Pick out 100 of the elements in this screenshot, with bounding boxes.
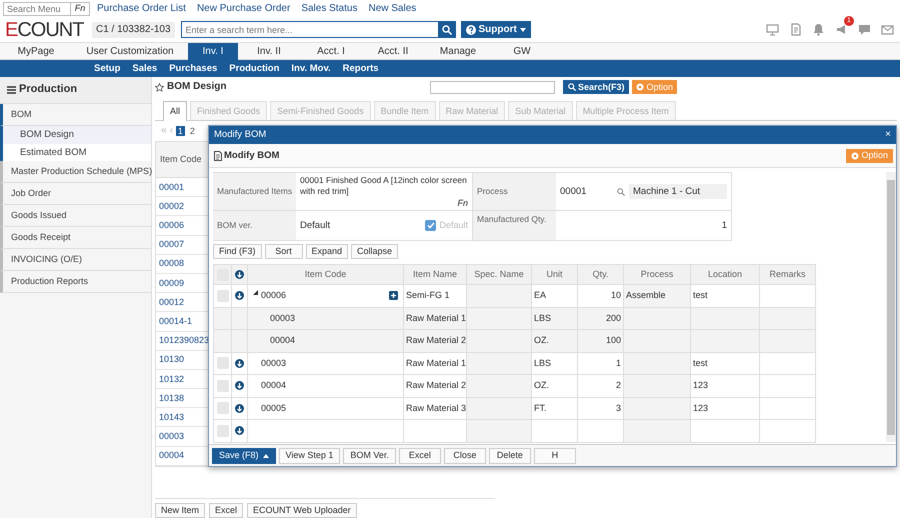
sidebar-subitem[interactable]: Estimated BOM <box>0 144 151 161</box>
submenu-link[interactable]: Reports <box>342 62 379 74</box>
table-cell <box>760 420 816 442</box>
field-label: Manufactured Qty. <box>473 211 556 241</box>
sidebar-item[interactable]: Master Production Schedule (MPS) <box>0 161 151 183</box>
add-icon[interactable] <box>235 404 244 413</box>
monitor-icon[interactable] <box>766 23 779 36</box>
sidebar-item[interactable]: Production Reports <box>0 271 151 293</box>
page-number[interactable]: 2 <box>188 126 197 136</box>
toolbar-button[interactable]: Collapse <box>351 244 398 259</box>
top-link[interactable]: Purchase Order List <box>97 2 186 14</box>
item-code: 00004 <box>269 335 296 346</box>
logo[interactable]: ECOUNT <box>5 20 87 40</box>
checkbox[interactable] <box>216 424 228 437</box>
close-button[interactable]: × <box>885 130 891 140</box>
add-icon[interactable] <box>235 358 244 368</box>
search-field[interactable] <box>430 80 555 94</box>
support-button[interactable]: Support <box>460 21 531 38</box>
mail-icon[interactable] <box>881 23 894 36</box>
table-cell <box>624 398 691 420</box>
table-cell <box>467 398 532 420</box>
table-cell: LBS <box>532 352 578 375</box>
menu-tab[interactable]: Inv. II <box>238 43 300 60</box>
sidebar-item[interactable]: INVOICING (O/E) <box>0 249 151 271</box>
footer-button[interactable]: Delete <box>488 448 531 464</box>
menu-tab[interactable]: GW <box>492 43 552 60</box>
table-cell <box>467 375 532 398</box>
field-label: BOM ver. <box>213 211 296 241</box>
table-cell <box>760 308 816 330</box>
checkbox[interactable] <box>216 402 228 414</box>
menu-tab[interactable]: Acct. II <box>362 43 424 60</box>
fn-button[interactable]: Fn <box>71 2 90 16</box>
column-header: Unit <box>532 265 578 285</box>
search-field[interactable]: Enter a search term here... <box>180 21 439 38</box>
sidebar-item[interactable]: Goods Issued <box>0 205 151 227</box>
chat-icon[interactable] <box>858 23 871 36</box>
toolbar-button[interactable]: ECOUNT Web Uploader <box>247 503 357 518</box>
menu-tab[interactable]: User Customization <box>72 43 188 60</box>
toolbar-button[interactable]: Expand <box>306 244 348 259</box>
bell-icon[interactable] <box>812 23 825 36</box>
add-icon[interactable] <box>235 270 244 279</box>
menu-tab[interactable]: MyPage <box>0 43 72 60</box>
checkbox[interactable] <box>425 220 436 231</box>
document-icon <box>214 150 222 160</box>
checkbox[interactable] <box>216 357 228 370</box>
footer-button[interactable]: Close <box>444 448 486 464</box>
table-cell <box>760 375 816 398</box>
submenu-link[interactable]: Inv. Mov. <box>291 62 331 74</box>
table-cell <box>760 352 816 375</box>
add-icon[interactable] <box>235 291 244 300</box>
submenu-link[interactable]: Purchases <box>169 62 218 74</box>
field-label: Process <box>473 173 556 211</box>
footer-button[interactable]: View Step 1 <box>278 448 340 464</box>
process-name-field[interactable]: Machine 1 - Cut <box>629 184 727 200</box>
add-icon[interactable] <box>235 426 244 436</box>
menu-tab[interactable]: Manage <box>424 43 492 60</box>
search-button[interactable]: Search(F3) <box>562 80 630 94</box>
fn-button[interactable]: Fn <box>457 198 468 209</box>
menu-tab[interactable]: Acct. I <box>300 43 362 60</box>
top-link[interactable]: New Sales <box>368 2 416 14</box>
toolbar-button[interactable]: Excel <box>209 503 244 518</box>
table-cell <box>467 330 532 352</box>
search-button[interactable] <box>438 21 456 38</box>
table-cell <box>624 375 691 398</box>
table-cell <box>691 420 760 442</box>
table-cell: Raw Material 2 <box>404 330 467 352</box>
search-icon[interactable] <box>617 188 625 196</box>
submenu-link[interactable]: Production <box>229 62 280 74</box>
checkbox[interactable] <box>216 290 228 302</box>
top-link[interactable]: Sales Status <box>301 2 358 14</box>
scrollbar[interactable] <box>886 172 896 442</box>
search-menu-field[interactable]: Search Menu <box>3 2 71 16</box>
footer-button[interactable]: H <box>534 448 576 464</box>
page-title: BOM Design <box>167 81 226 93</box>
page-number[interactable]: 1 <box>176 126 185 136</box>
sidebar-item[interactable]: Goods Receipt <box>0 227 151 249</box>
plus-icon[interactable] <box>389 291 398 300</box>
submenu-link[interactable]: Setup <box>94 62 120 74</box>
footer-button[interactable]: BOM Ver. <box>343 448 396 464</box>
sidebar-item[interactable]: Job Order <box>0 183 151 205</box>
menu-tab[interactable]: Inv. I <box>188 43 238 60</box>
dialog-heading: Modify BOM <box>224 150 280 162</box>
column-header: Item Code <box>248 265 404 285</box>
footer-button[interactable]: Save (F8) <box>212 448 276 464</box>
sidebar-subitem[interactable]: BOM Design <box>0 126 151 144</box>
add-icon[interactable] <box>235 381 244 390</box>
checkbox[interactable] <box>216 380 228 392</box>
column-header: Item Name <box>404 265 467 285</box>
filter-tab[interactable]: All <box>163 101 188 121</box>
toolbar-button[interactable]: New Item <box>155 503 206 518</box>
table-cell <box>624 308 691 330</box>
expand-arrow-icon[interactable] <box>253 290 258 296</box>
document-icon[interactable] <box>789 23 802 36</box>
top-link[interactable]: New Purchase Order <box>196 2 290 14</box>
table-cell <box>624 330 691 352</box>
submenu-link[interactable]: Sales <box>132 62 158 74</box>
toolbar-button[interactable]: Sort <box>264 244 303 259</box>
footer-button[interactable]: Excel <box>398 448 441 464</box>
megaphone-icon[interactable] <box>835 23 848 36</box>
toolbar-button[interactable]: Find (F3) <box>213 244 262 259</box>
